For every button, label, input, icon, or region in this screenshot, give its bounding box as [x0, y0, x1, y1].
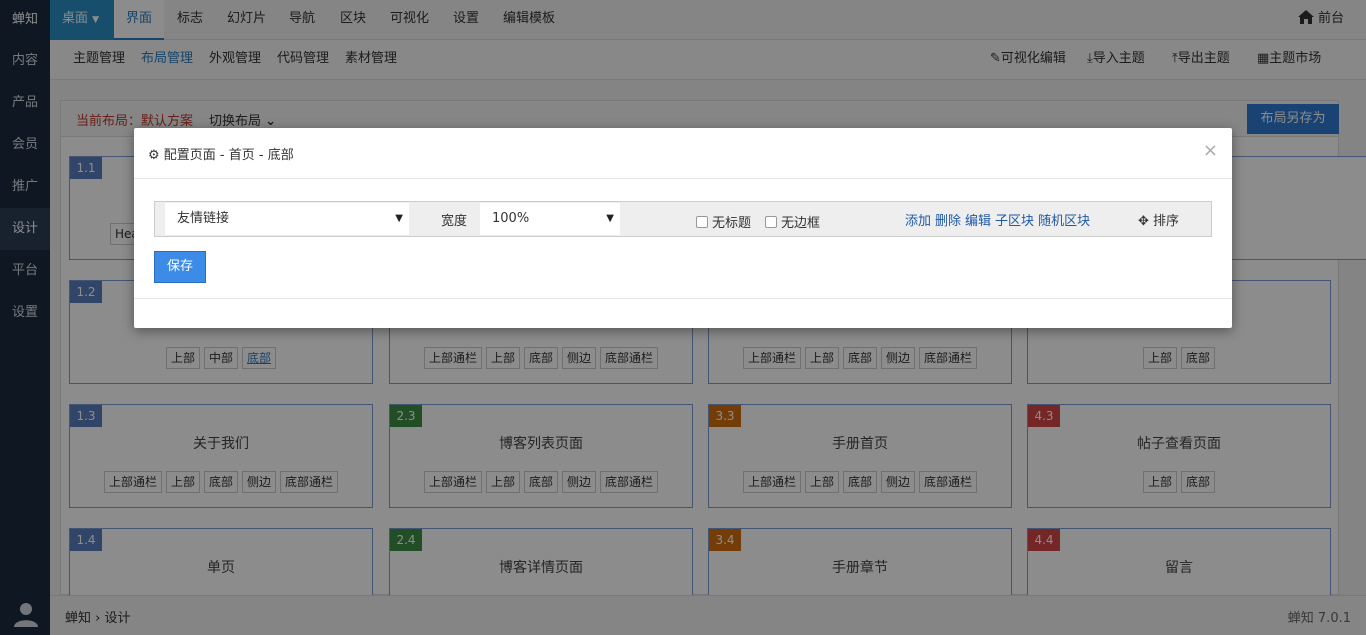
width-select-value: 100%: [492, 211, 530, 226]
close-icon[interactable]: ×: [1203, 140, 1218, 161]
random-block-link[interactable]: 随机区块: [1038, 214, 1090, 229]
block-select[interactable]: 友情链接 ▼: [165, 203, 409, 235]
delete-block-link[interactable]: 删除: [935, 214, 961, 229]
add-block-link[interactable]: 添加: [905, 214, 931, 229]
modal-title-text: 配置页面 - 首页 - 底部: [163, 148, 294, 163]
configure-page-modal: ⚙ 配置页面 - 首页 - 底部 × 友情链接 ▼ 宽度 100% ▼ 无标题 …: [134, 128, 1232, 328]
block-config-row: 友情链接 ▼ 宽度 100% ▼ 无标题 无边框 添加 删除 编辑 子区块 随机区块 ✥…: [154, 201, 1212, 237]
sort-label: 排序: [1153, 214, 1180, 229]
no-title-checkbox[interactable]: 无标题: [696, 212, 751, 231]
width-select[interactable]: 100% ▼: [480, 203, 620, 235]
move-icon: ✥: [1138, 214, 1149, 229]
modal-title: ⚙ 配置页面 - 首页 - 底部: [148, 144, 294, 163]
block-select-value: 友情链接: [177, 211, 230, 226]
no-title-label: 无标题: [712, 216, 752, 231]
no-border-checkbox[interactable]: 无边框: [765, 212, 820, 231]
save-button[interactable]: 保存: [154, 251, 206, 283]
modal-header: ⚙ 配置页面 - 首页 - 底部 ×: [134, 128, 1232, 179]
caret-down-icon: ▼: [395, 213, 403, 224]
width-label: 宽度: [441, 214, 468, 229]
checkbox-box[interactable]: [696, 216, 708, 228]
caret-down-icon: ▼: [606, 213, 614, 224]
block-actions: 添加 删除 编辑 子区块 随机区块: [905, 210, 1094, 229]
edit-block-link[interactable]: 编辑: [965, 214, 991, 229]
checkbox-box[interactable]: [765, 216, 777, 228]
modal-footer: [134, 298, 1232, 299]
sub-block-link[interactable]: 子区块: [995, 214, 1034, 229]
no-border-label: 无边框: [781, 216, 821, 231]
gear-icon: ⚙: [148, 148, 160, 163]
sort-handle[interactable]: ✥ 排序: [1138, 210, 1179, 229]
